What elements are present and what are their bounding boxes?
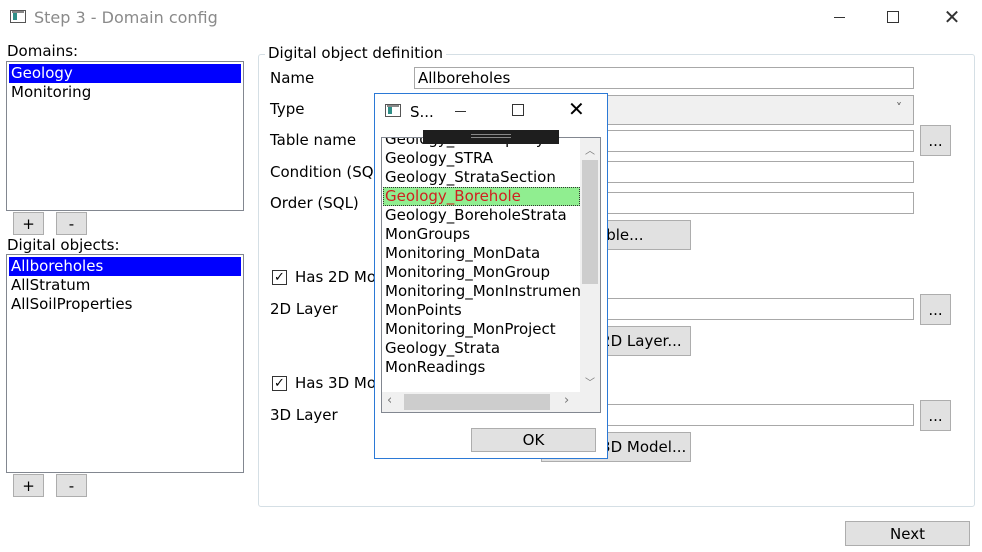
remove-object-button[interactable]: - bbox=[56, 474, 87, 497]
layer-2d-browse-button[interactable]: ... bbox=[920, 294, 951, 325]
has-3d-checkbox[interactable]: ✓ bbox=[272, 376, 287, 391]
name-field[interactable]: Allboreholes bbox=[414, 67, 914, 89]
scroll-down-icon[interactable]: ﹀ bbox=[585, 374, 595, 389]
table-item[interactable]: MonGroups bbox=[383, 225, 580, 244]
horizontal-scroll-thumb[interactable] bbox=[404, 394, 550, 410]
table-item[interactable]: Monitoring_MonInstrument bbox=[383, 282, 580, 301]
digital-objects-list[interactable]: Allboreholes AllStratum AllSoilPropertie… bbox=[6, 254, 244, 473]
minimize-icon bbox=[833, 16, 845, 18]
check-icon: ✓ bbox=[274, 270, 285, 285]
maximize-button[interactable] bbox=[870, 0, 916, 34]
table-name-label: Table name bbox=[270, 131, 357, 149]
domains-label: Domains: bbox=[7, 42, 79, 60]
chevron-down-icon: ˅ bbox=[896, 101, 902, 115]
close-icon: ✕ bbox=[943, 5, 961, 29]
layer-3d-browse-button[interactable]: ... bbox=[920, 400, 951, 431]
dialog-maximize-icon[interactable] bbox=[512, 104, 524, 116]
select-table-dialog: S... ✕ Geology_SoilProperty Geology_STRA… bbox=[374, 93, 608, 459]
close-button[interactable]: ✕ bbox=[929, 0, 975, 34]
table-item[interactable]: Monitoring_MonData bbox=[383, 244, 580, 263]
dialog-app-icon bbox=[385, 104, 401, 117]
app-icon bbox=[10, 10, 26, 23]
ok-button[interactable]: OK bbox=[471, 428, 596, 452]
table-item[interactable]: Geology_STRA bbox=[383, 149, 580, 168]
object-item-allstratum[interactable]: AllStratum bbox=[9, 276, 241, 295]
table-list[interactable]: Geology_SoilProperty Geology_STRA Geolog… bbox=[381, 137, 601, 413]
grip-line bbox=[471, 137, 511, 138]
layer-3d-label: 3D Layer bbox=[270, 406, 338, 424]
type-label: Type bbox=[270, 100, 305, 118]
scroll-left-icon[interactable]: ‹ bbox=[387, 393, 392, 408]
domains-list[interactable]: Geology Monitoring bbox=[6, 61, 244, 211]
order-label: Order (SQL) bbox=[270, 194, 359, 212]
add-domain-button[interactable]: + bbox=[13, 212, 44, 235]
table-item[interactable]: Geology_BoreholeStrata bbox=[383, 206, 580, 225]
scroll-up-icon[interactable]: ︿ bbox=[585, 142, 595, 157]
table-item[interactable]: Monitoring_MonProject bbox=[383, 320, 580, 339]
maximize-icon bbox=[887, 11, 899, 23]
definition-group-title: Digital object definition bbox=[265, 44, 447, 62]
object-item-allsoilproperties[interactable]: AllSoilProperties bbox=[9, 295, 241, 314]
table-browse-button[interactable]: ... bbox=[920, 125, 951, 156]
has-2d-checkbox[interactable]: ✓ bbox=[272, 270, 287, 285]
scroll-right-icon[interactable]: › bbox=[564, 393, 569, 408]
scroll-corner bbox=[580, 392, 600, 412]
horizontal-scrollbar[interactable]: ‹ › bbox=[382, 392, 580, 412]
layer-2d-label: 2D Layer bbox=[270, 300, 338, 318]
table-item[interactable]: Monitoring_MonGroup bbox=[383, 263, 580, 282]
object-item-allboreholes[interactable]: Allboreholes bbox=[9, 257, 241, 276]
resize-handle[interactable] bbox=[423, 130, 559, 144]
check-icon: ✓ bbox=[274, 376, 285, 391]
table-item[interactable]: MonPoints bbox=[383, 301, 580, 320]
table-item[interactable]: MonReadings bbox=[383, 358, 580, 377]
condition-label: Condition (SQL) bbox=[270, 163, 388, 181]
domain-item-monitoring[interactable]: Monitoring bbox=[9, 83, 241, 102]
name-label: Name bbox=[270, 69, 315, 87]
grip-line bbox=[471, 134, 511, 135]
table-item[interactable]: Geology_Strata bbox=[383, 339, 580, 358]
domain-item-geology[interactable]: Geology bbox=[9, 64, 241, 83]
table-item-highlighted[interactable]: Geology_Borehole bbox=[383, 187, 580, 206]
add-object-button[interactable]: + bbox=[13, 474, 44, 497]
remove-domain-button[interactable]: - bbox=[56, 212, 87, 235]
vertical-scrollbar[interactable]: ︿ ﹀ bbox=[580, 138, 600, 392]
dialog-title: S... bbox=[410, 103, 434, 121]
table-item[interactable]: Geology_StrataSection bbox=[383, 168, 580, 187]
vertical-scroll-thumb[interactable] bbox=[582, 160, 598, 284]
minimize-button[interactable] bbox=[816, 0, 862, 34]
digital-objects-label: Digital objects: bbox=[7, 236, 120, 254]
dialog-minimize-icon[interactable] bbox=[455, 111, 466, 112]
dialog-close-icon[interactable]: ✕ bbox=[568, 99, 585, 119]
next-button[interactable]: Next bbox=[845, 521, 970, 546]
window-title: Step 3 - Domain config bbox=[34, 8, 218, 27]
